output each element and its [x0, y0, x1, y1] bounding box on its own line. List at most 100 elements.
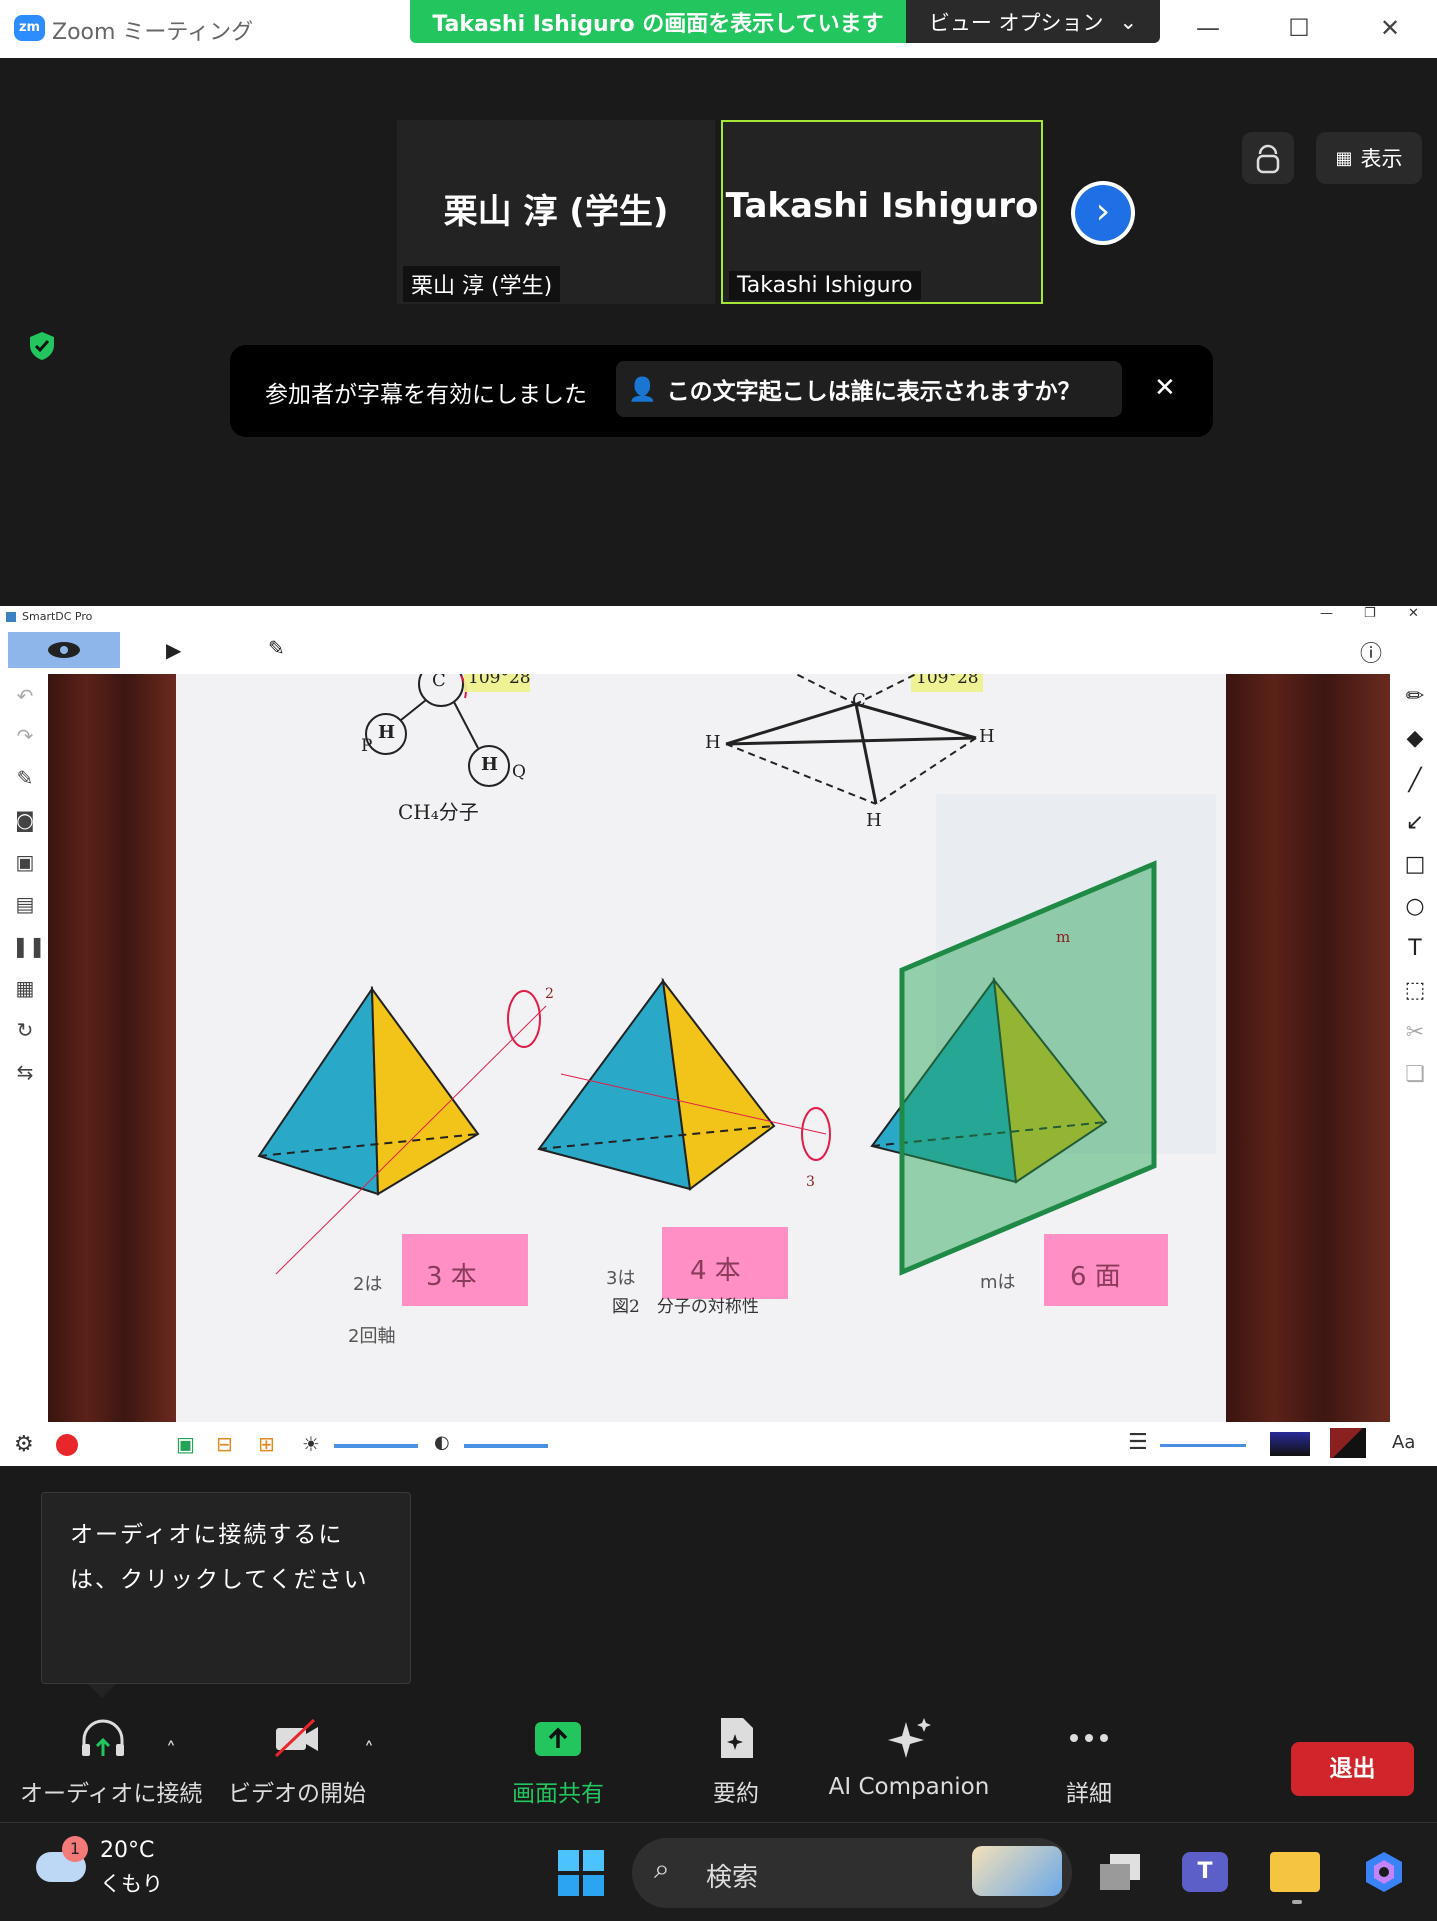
font-button[interactable]: Aa	[1392, 1432, 1415, 1453]
share-screen-button[interactable]: 画面共有	[494, 1716, 622, 1808]
color-picker[interactable]	[1270, 1432, 1310, 1456]
chevron-up-icon[interactable]: ˄	[364, 1738, 374, 1762]
select-icon[interactable]: ⬚	[1402, 978, 1428, 1004]
fill-picker[interactable]	[1330, 1428, 1366, 1458]
arrow-icon[interactable]: ↙	[1402, 810, 1428, 836]
image-capture-icon[interactable]: ▣	[12, 850, 38, 876]
atom-label: H	[378, 722, 396, 743]
teams-icon[interactable]: T	[1182, 1852, 1228, 1892]
handwritten-note: 2回軸	[348, 1326, 396, 1347]
record-icon[interactable]	[56, 1434, 78, 1456]
participant-tile-active-speaker[interactable]: Takashi Ishiguro Takashi Ishiguro	[721, 120, 1043, 304]
cut-icon[interactable]: ✂	[1402, 1020, 1428, 1046]
join-audio-button[interactable]: オーディオに接続	[20, 1716, 203, 1808]
file-explorer-icon[interactable]	[1270, 1852, 1320, 1892]
search-highlight-icon[interactable]	[972, 1846, 1062, 1896]
caption-notice-text: 参加者が字幕を有効にしました	[265, 382, 587, 408]
figure-caption: 図2 分子の対称性	[612, 1297, 759, 1317]
immersive-view-button[interactable]	[1242, 132, 1294, 184]
pen-icon[interactable]: ✏	[1402, 684, 1428, 710]
window-titlebar: zm Zoom ミーティング Takashi Ishiguro の画面を表示して…	[0, 0, 1437, 58]
grid-icon[interactable]: ▦	[12, 976, 38, 1002]
preview-mode-button[interactable]	[8, 632, 120, 668]
flip-icon[interactable]: ⇆	[12, 1060, 38, 1086]
chevron-down-icon: ⌄	[1119, 9, 1138, 34]
info-icon[interactable]: ⓘ	[1360, 636, 1382, 668]
close-icon[interactable]: ✕	[1154, 373, 1176, 403]
line-width-icon[interactable]: ☰	[1128, 1430, 1148, 1455]
redo-icon[interactable]: ↷	[12, 724, 38, 750]
chevron-up-icon[interactable]: ˄	[166, 1738, 176, 1762]
atom-label: H	[979, 726, 995, 747]
line-width-slider[interactable]	[1160, 1444, 1246, 1447]
circle-icon[interactable]: ○	[1402, 894, 1428, 920]
gear-icon[interactable]: ⚙	[14, 1432, 34, 1457]
caption-visibility-link[interactable]: 👤 この文字起こしは誰に表示されますか？	[616, 361, 1122, 417]
rectangle-icon[interactable]: □	[1402, 852, 1428, 878]
windows-start-icon[interactable]	[558, 1850, 604, 1896]
task-view-icon[interactable]	[1098, 1852, 1142, 1892]
minimize-icon[interactable]: —	[1320, 606, 1333, 621]
grid-icon: ▦	[1335, 147, 1353, 169]
play-icon[interactable]: ▶	[166, 638, 181, 662]
more-label: 詳細	[1066, 1781, 1112, 1807]
edit-icon[interactable]: ✎	[12, 766, 38, 792]
start-video-button[interactable]: ビデオの開始	[222, 1716, 372, 1808]
share-screen-icon	[535, 1722, 581, 1756]
ai-companion-button[interactable]: AI Companion	[822, 1716, 996, 1800]
restore-icon[interactable]: ❐	[1364, 606, 1376, 621]
next-page-button[interactable]: ›	[1071, 181, 1135, 245]
view-button[interactable]: ▦ 表示	[1316, 132, 1422, 184]
weather-temperature[interactable]: 20°C	[100, 1838, 154, 1863]
video-off-icon	[274, 1718, 318, 1758]
contrast-slider[interactable]	[464, 1444, 548, 1448]
annotation-mode-icon[interactable]: ✎	[268, 636, 285, 660]
copilot-icon[interactable]	[1362, 1850, 1406, 1894]
zoom-out-icon[interactable]: ⊟	[216, 1432, 233, 1456]
handwritten-note: mは	[980, 1272, 1016, 1293]
view-options-label: ビュー オプション	[928, 10, 1104, 35]
atom-label: H	[866, 810, 882, 831]
image-load-icon[interactable]: ▤	[12, 892, 38, 918]
axis-label: 3	[806, 1174, 815, 1190]
atom-label: H	[705, 732, 721, 753]
weather-description[interactable]: くもり	[100, 1868, 163, 1898]
zoom-in-icon[interactable]: ⊞	[258, 1432, 275, 1456]
minimize-icon[interactable]: —	[1188, 10, 1228, 46]
chevron-right-icon: ›	[1075, 185, 1131, 241]
brightness-slider[interactable]	[334, 1444, 418, 1448]
view-options-button[interactable]: ビュー オプション ⌄	[906, 0, 1160, 43]
smartdc-app-icon	[6, 612, 16, 622]
line-icon[interactable]: ╱	[1402, 768, 1428, 794]
more-button[interactable]: 詳細	[1034, 1716, 1144, 1808]
axis-label: 2	[545, 986, 554, 1002]
active-app-indicator	[1292, 1900, 1302, 1904]
security-shield-icon[interactable]	[27, 330, 57, 362]
angle-label: 109°28′	[916, 674, 983, 688]
leave-meeting-button[interactable]: 退出	[1291, 1742, 1414, 1796]
text-icon[interactable]: T	[1402, 936, 1428, 962]
screen-share-banner: Takashi Ishiguro の画面を表示しています	[410, 0, 906, 43]
close-icon[interactable]: ✕	[1370, 10, 1410, 46]
summary-button[interactable]: 要約	[680, 1716, 792, 1808]
eraser-icon[interactable]: ◆	[1402, 726, 1428, 752]
autofocus-icon[interactable]: ▣	[176, 1432, 195, 1456]
camera-icon[interactable]: ◙	[12, 808, 38, 834]
copy-icon[interactable]: ❏	[1402, 1062, 1428, 1088]
participant-name-tag: 栗山 淳 (学生)	[403, 266, 561, 302]
start-video-label: ビデオの開始	[228, 1781, 366, 1807]
handwritten-note: 3は	[606, 1268, 636, 1289]
sticky-note-text: 6 面	[1070, 1262, 1121, 1292]
caption-notification: 参加者が字幕を有効にしました 👤 この文字起こしは誰に表示されますか？ ✕	[230, 345, 1213, 437]
close-icon[interactable]: ✕	[1408, 606, 1419, 621]
maximize-icon[interactable]: ☐	[1279, 10, 1319, 46]
participant-tile[interactable]: 栗山 淳 (学生) 栗山 淳 (学生)	[397, 120, 715, 304]
rotate-icon[interactable]: ↻	[12, 1018, 38, 1044]
undo-icon[interactable]: ↶	[12, 684, 38, 710]
sticky-note-text: 3 本	[426, 1262, 477, 1292]
meeting-area: 栗山 淳 (学生) 栗山 淳 (学生) Takashi Ishiguro Tak…	[0, 58, 1437, 606]
smartdc-bottom-bar: ⚙ ▣ ⊟ ⊞ ☀ ◐ ☰ Aa	[0, 1422, 1437, 1466]
point-label: Q	[512, 762, 526, 782]
join-audio-label: オーディオに接続	[20, 1781, 203, 1807]
pause-icon[interactable]: ❚❚	[12, 934, 46, 960]
